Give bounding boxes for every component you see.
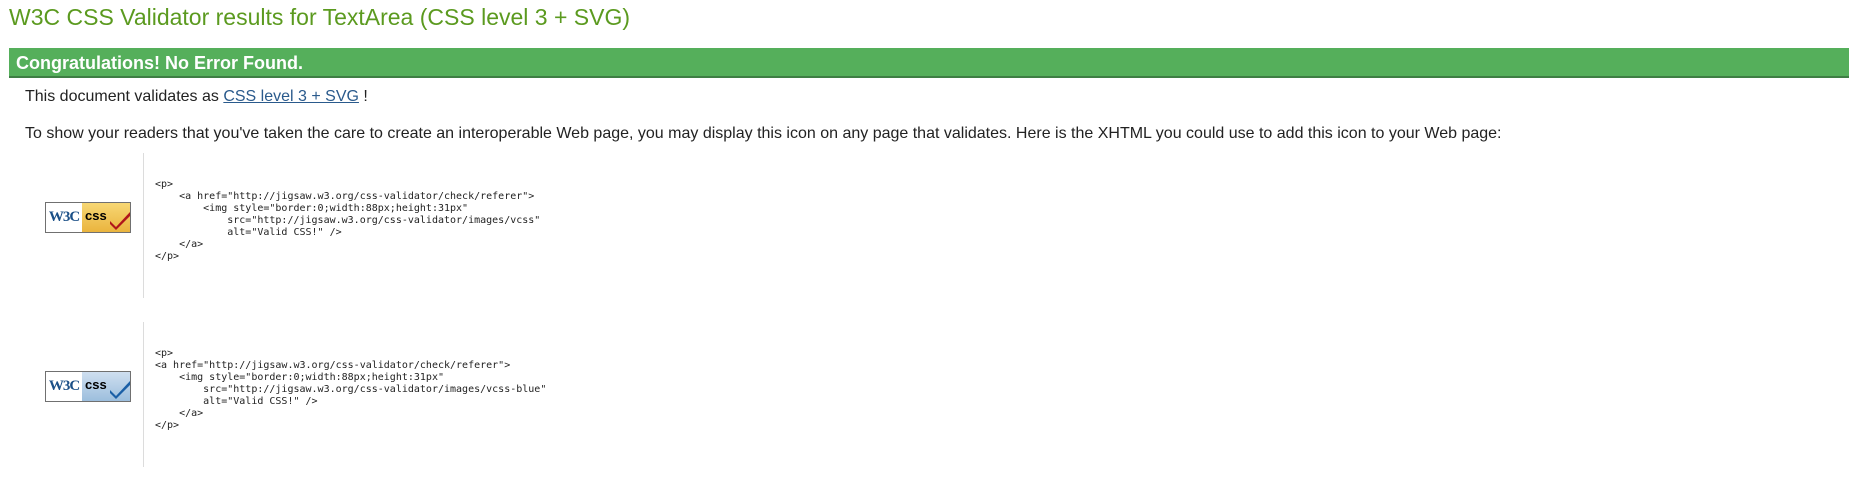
readers-message: To show your readers that you've taken t…: [25, 125, 1502, 142]
success-banner: Congratulations! No Error Found.: [9, 48, 1849, 78]
checkmark-icon: [110, 381, 130, 399]
code-divider: [143, 322, 144, 467]
success-banner-text: Congratulations! No Error Found.: [16, 53, 303, 73]
validates-prefix: This document validates as: [25, 88, 224, 105]
validates-message: This document validates as CSS level 3 +…: [25, 88, 368, 106]
badge-code-snippet: <p> <a href="http://jigsaw.w3.org/css-va…: [155, 179, 541, 262]
validator-results-page: W3C CSS Validator results for TextArea (…: [0, 0, 1858, 479]
css-profile-link[interactable]: CSS level 3 + SVG: [223, 88, 359, 105]
badge-code-snippet: <p> <a href="http://jigsaw.w3.org/css-va…: [155, 348, 547, 431]
page-title: W3C CSS Validator results for TextArea (…: [9, 4, 631, 30]
checkmark-icon: [110, 212, 130, 230]
badge-w3c-label: W3C: [46, 372, 82, 401]
badge-snippet-gold: W3C css <p> <a href="http://jigsaw.w3.or…: [43, 153, 1443, 298]
code-divider: [143, 153, 144, 298]
w3c-css-valid-blue-icon[interactable]: W3C css: [45, 371, 131, 402]
validates-suffix: !: [358, 88, 368, 105]
badge-snippet-blue: W3C css <p> <a href="http://jigsaw.w3.or…: [43, 322, 1443, 467]
badge-w3c-label: W3C: [46, 203, 82, 232]
w3c-css-valid-gold-icon[interactable]: W3C css: [45, 202, 131, 233]
